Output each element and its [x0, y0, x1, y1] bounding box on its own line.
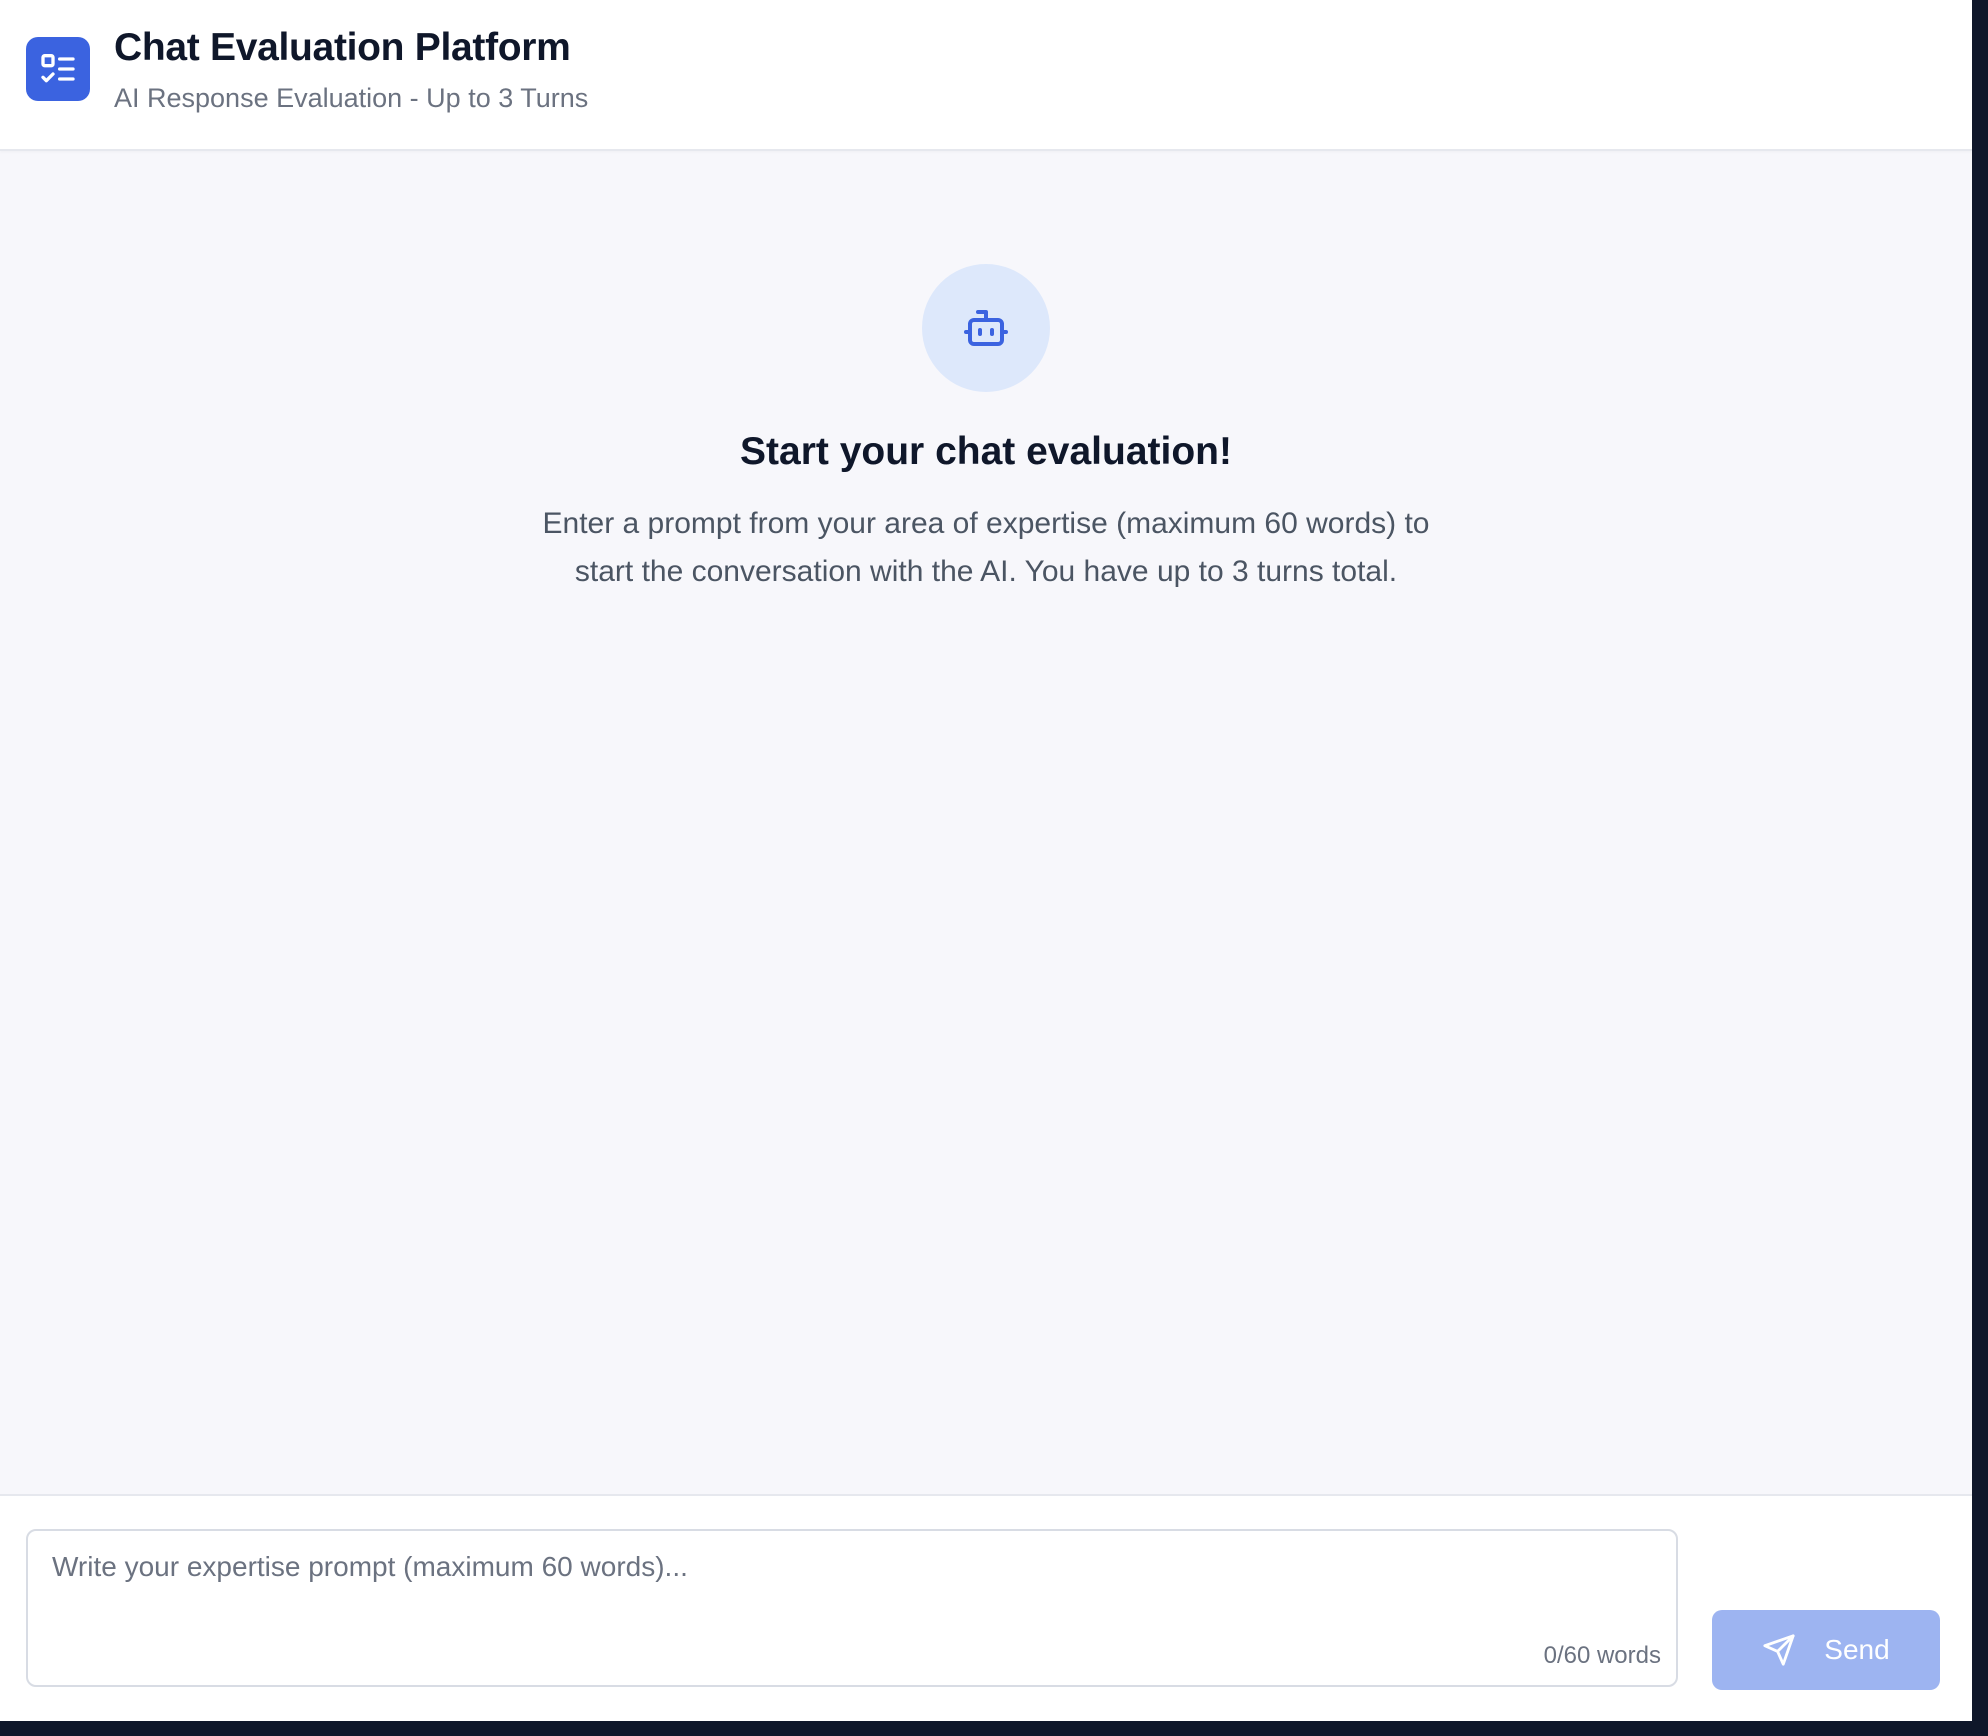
composer-bar: 0/60 words Send	[0, 1494, 1972, 1721]
bot-icon	[964, 310, 1008, 346]
empty-state: Start your chat evaluation! Enter a prom…	[0, 264, 1972, 596]
app-header: Chat Evaluation Platform AI Response Eva…	[0, 0, 1972, 151]
bot-avatar	[922, 264, 1050, 392]
app-window: Chat Evaluation Platform AI Response Eva…	[0, 0, 1972, 1721]
app-title: Chat Evaluation Platform	[114, 26, 571, 69]
send-button[interactable]: Send	[1712, 1610, 1940, 1690]
empty-state-description: Enter a prompt from your area of experti…	[542, 507, 1430, 588]
prompt-box: 0/60 words	[26, 1529, 1678, 1687]
word-count: 0/60 words	[1543, 1642, 1661, 1669]
empty-state-title: Start your chat evaluation!	[740, 430, 1232, 473]
send-icon	[1763, 1634, 1795, 1666]
chat-area: Start your chat evaluation! Enter a prom…	[0, 151, 1972, 1495]
app-subtitle: AI Response Evaluation - Up to 3 Turns	[114, 83, 589, 113]
checklist-icon	[41, 54, 75, 83]
window-edge	[1972, 0, 1988, 1719]
send-button-label: Send	[1824, 1634, 1890, 1665]
prompt-input[interactable]	[28, 1531, 1676, 1685]
app-logo	[26, 37, 90, 101]
